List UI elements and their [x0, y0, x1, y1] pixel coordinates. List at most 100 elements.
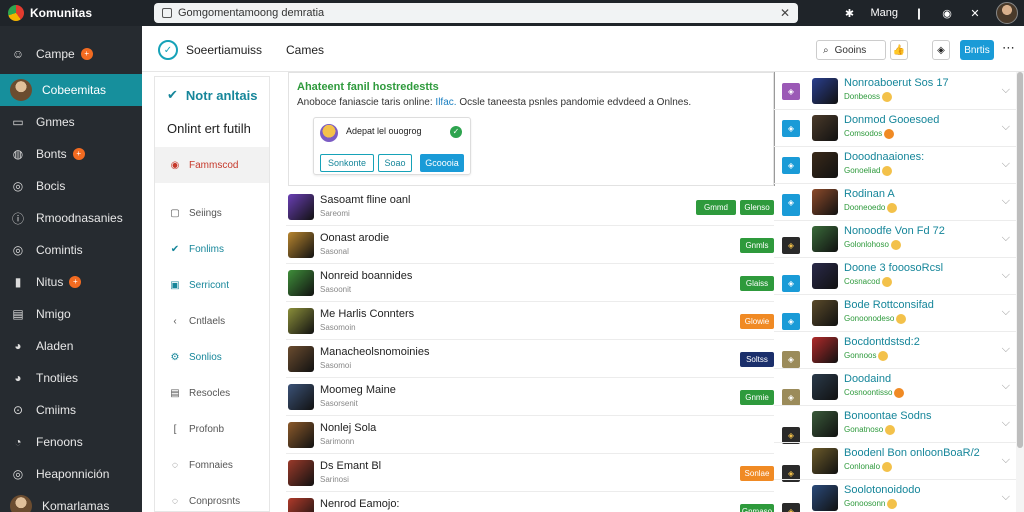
item-title[interactable]: Doone 3 fooosoRcsl: [844, 262, 943, 274]
chevron-down-icon[interactable]: ⌵: [1002, 417, 1010, 430]
primary-button[interactable]: Bnrtis: [960, 40, 994, 60]
more-icon[interactable]: ⋯: [1002, 40, 1015, 56]
table-row[interactable]: Moomeg Maine Sasorsenit Gnmie ◈: [286, 378, 800, 416]
table-row[interactable]: Nonlej Sola Sarimonn ◈: [286, 416, 800, 454]
sidebar-item[interactable]: ◕ Aladen: [0, 330, 142, 362]
table-row[interactable]: Me Harlis Connters Sasomoin Glowie ◈: [286, 302, 800, 340]
table-row[interactable]: Ds Emant Bl Sarinosi Sonlae ◈: [286, 454, 800, 492]
chevron-down-icon[interactable]: ⌵: [1002, 84, 1010, 97]
chevron-down-icon[interactable]: ⌵: [1002, 343, 1010, 356]
table-row[interactable]: Oonast arodie Sasonal Gnmls ◈: [286, 226, 800, 264]
nav-item[interactable]: ▢ Seiings: [155, 195, 269, 231]
nav-item[interactable]: ◌ Fomnaies: [155, 447, 269, 483]
thumbs-up-icon[interactable]: 👍: [890, 40, 908, 60]
game-play-button[interactable]: Glowie: [740, 314, 774, 329]
item-title[interactable]: Bonoontae Sodns: [844, 410, 931, 422]
game-play-button[interactable]: Sonlae: [740, 466, 774, 481]
nav-item[interactable]: ◉ Fammscod: [155, 147, 269, 183]
game-play-button[interactable]: Glenso: [740, 200, 774, 215]
game-play-button[interactable]: Soltss: [740, 352, 774, 367]
sidebar-item[interactable]: Komarlamas: [0, 490, 142, 512]
list-item[interactable]: Boodenl Bon onloonBoaR/2 Conlonalo ⌵: [774, 442, 1024, 480]
game-title[interactable]: Sasoamt fline oanl: [320, 194, 411, 206]
item-title[interactable]: Bode Rottconsifad: [844, 299, 934, 311]
sidebar-item[interactable]: ◕ Tnotiies: [0, 362, 142, 394]
mini-card-button-1[interactable]: Sonkonte: [320, 154, 374, 172]
game-title[interactable]: Nenrod Eamojo:: [320, 498, 400, 510]
nav-item[interactable]: ▤ Resocles: [155, 375, 269, 411]
item-title[interactable]: Doodaind: [844, 373, 891, 385]
chevron-down-icon[interactable]: ⌵: [1002, 491, 1010, 504]
sidebar-item[interactable]: ▮ Nitus +: [0, 266, 142, 298]
sidebar-item[interactable]: Cobeemitas: [0, 74, 142, 106]
item-title[interactable]: Donmod Gooesoed: [844, 114, 939, 126]
sidebar-item[interactable]: ◍ Bonts +: [0, 138, 142, 170]
game-play-button[interactable]: Gnmaso: [740, 504, 774, 512]
scrollbar-thumb[interactable]: [1017, 72, 1023, 448]
item-title[interactable]: Boodenl Bon onloonBoaR/2: [844, 447, 980, 459]
list-item[interactable]: Bocdontdstsd:2 Gonnoos ⌵: [774, 331, 1024, 369]
list-item[interactable]: ◈ Nonroaboerut Sos 17 Donbeoss ⌵: [774, 72, 1024, 110]
game-title[interactable]: Moomeg Maine: [320, 384, 396, 396]
chevron-down-icon[interactable]: ⌵: [1002, 121, 1010, 134]
sidebar-item[interactable]: ◔ Fenoons: [0, 426, 142, 458]
game-play-button[interactable]: Glaiss: [740, 276, 774, 291]
sidebar-item[interactable]: ▭ Gnmes: [0, 106, 142, 138]
sidebar-item[interactable]: ⓘ Rmoodnasanies: [0, 202, 142, 234]
info-icon[interactable]: ❙: [912, 6, 926, 20]
puzzle-icon[interactable]: ✱: [842, 6, 856, 20]
game-title[interactable]: Ds Emant Bl: [320, 460, 381, 472]
announcement-link[interactable]: Ilfac.: [435, 97, 456, 108]
list-item[interactable]: Doone 3 fooosoRcsl Cosnacod ⌵: [774, 257, 1024, 295]
sidebar-item[interactable]: ☺ Campe +: [0, 38, 142, 70]
item-title[interactable]: Nonroaboerut Sos 17: [844, 77, 949, 89]
list-item[interactable]: Doodaind Cosnoontisso ⌵: [774, 368, 1024, 406]
game-title[interactable]: Nonreid boannides: [320, 270, 412, 282]
chevron-down-icon[interactable]: ⌵: [1002, 454, 1010, 467]
mini-card-button-2[interactable]: Soao: [378, 154, 412, 172]
chevron-down-icon[interactable]: ⌵: [1002, 380, 1010, 393]
chevron-down-icon[interactable]: ⌵: [1002, 232, 1010, 245]
list-item[interactable]: ◈ Rodinan A Dooneoedo ⌵: [774, 183, 1024, 221]
item-title[interactable]: Bocdontdstsd:2: [844, 336, 920, 348]
table-row[interactable]: Nonreid boannides Sasoonit Glaiss ◈: [286, 264, 800, 302]
list-item[interactable]: Bode Rottconsifad Gonoonodeso ⌵: [774, 294, 1024, 332]
nav-item[interactable]: ▣ Serricont: [155, 267, 269, 303]
item-title[interactable]: Nonoodfe Von Fd 72: [844, 225, 945, 237]
chevron-down-icon[interactable]: ⌵: [1002, 306, 1010, 319]
mini-card-button-3[interactable]: Gcoooia: [420, 154, 464, 172]
list-item[interactable]: ◈ Donmod Gooesoed Comsodos ⌵: [774, 109, 1024, 147]
game-title[interactable]: Nonlej Sola: [320, 422, 376, 434]
close-icon[interactable]: ✕: [780, 6, 790, 20]
item-title[interactable]: Dooodnaaiones:: [844, 151, 924, 163]
chevron-down-icon[interactable]: ⌵: [1002, 195, 1010, 208]
item-title[interactable]: Rodinan A: [844, 188, 895, 200]
list-item[interactable]: Nonoodfe Von Fd 72 Golonlohoso ⌵: [774, 220, 1024, 258]
search-button[interactable]: ⌕ Gooins: [816, 40, 886, 60]
list-item[interactable]: Soolotonoidodo Gonoosonn ⌵: [774, 479, 1024, 512]
avatar[interactable]: [996, 2, 1018, 24]
table-row[interactable]: Manacheolsnomoinies Sasomoi Soltss ◈: [286, 340, 800, 378]
table-row[interactable]: Sasoamt fline oanl Sareomi Gmmd Glenso ◈: [286, 188, 800, 226]
nav-item[interactable]: ✔ Fonlims: [155, 231, 269, 267]
user-label[interactable]: Mang: [870, 7, 898, 19]
list-item[interactable]: ◈ Dooodnaaiones: Gonoeliad ⌵: [774, 146, 1024, 184]
sidebar-item[interactable]: ◎ Comintis: [0, 234, 142, 266]
camera-icon[interactable]: ◉: [940, 6, 954, 20]
game-play-button[interactable]: Gnmls: [740, 238, 774, 253]
item-title[interactable]: Soolotonoidodo: [844, 484, 920, 496]
list-item[interactable]: Bonoontae Sodns Gonatnoso ⌵: [774, 405, 1024, 443]
nav-item[interactable]: ‹ Cntlaels: [155, 303, 269, 339]
chevron-down-icon[interactable]: ⌵: [1002, 269, 1010, 282]
url-bar[interactable]: Gomgomentamoong demratia ✕: [154, 3, 798, 23]
nav-item[interactable]: [Profonb: [155, 411, 269, 447]
game-title[interactable]: Me Harlis Connters: [320, 308, 414, 320]
brand[interactable]: Komunitas: [0, 0, 142, 26]
table-row[interactable]: Nenrod Eamojo:SasomoiGnmaso◈: [286, 492, 800, 512]
sidebar-item[interactable]: ⊙ Cmiims: [0, 394, 142, 426]
game-title[interactable]: Oonast arodie: [320, 232, 389, 244]
sidebar-item[interactable]: ◎ Heaponnición: [0, 458, 142, 490]
close-tab-icon[interactable]: ✕: [968, 6, 982, 20]
game-action-button[interactable]: Gmmd: [696, 200, 736, 215]
game-play-button[interactable]: Gnmie: [740, 390, 774, 405]
